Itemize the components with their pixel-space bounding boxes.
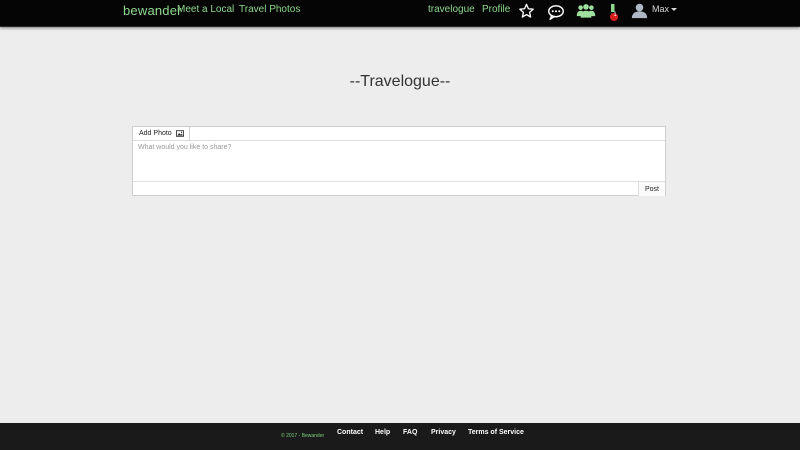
nav-link-meet-a-local[interactable]: Meet a Local	[177, 4, 234, 15]
user-menu[interactable]: Max	[652, 4, 678, 14]
footer: © 2017 - Bewander Contact Help FAQ Priva…	[0, 423, 800, 450]
chat-icon[interactable]	[547, 4, 565, 25]
add-photo-tab[interactable]: Add Photo	[133, 127, 190, 141]
caret-down-icon	[671, 8, 678, 12]
brand-logo[interactable]: bewander	[123, 3, 182, 18]
share-textarea[interactable]	[133, 141, 665, 181]
notification-count-badge: 1	[613, 12, 617, 18]
page-title: --Travelogue--	[349, 73, 451, 90]
footer-link-privacy[interactable]: Privacy	[431, 429, 456, 436]
footer-link-help[interactable]: Help	[375, 429, 390, 436]
footer-link-contact[interactable]: Contact	[337, 429, 363, 436]
post-composer: Add Photo Post	[132, 126, 666, 196]
user-name: Max	[652, 4, 670, 14]
star-icon[interactable]	[518, 3, 535, 24]
footer-link-terms-of-service[interactable]: Terms of Service	[468, 429, 524, 436]
user-avatar-icon[interactable]	[631, 2, 648, 24]
add-photo-label: Add Photo	[139, 130, 172, 137]
footer-link-faq[interactable]: FAQ	[403, 429, 417, 436]
nav-link-travelogue[interactable]: travelogue	[428, 4, 475, 15]
composer-bottom-bar: Post	[133, 181, 665, 196]
group-icon[interactable]	[576, 3, 596, 25]
nav-link-profile[interactable]: Profile	[482, 4, 510, 15]
image-icon	[176, 130, 184, 137]
nav-link-travel-photos[interactable]: Travel Photos	[239, 4, 300, 15]
top-navbar: bewander Meet a Local Travel Photos trav…	[0, 0, 800, 27]
post-button[interactable]: Post	[638, 182, 665, 196]
composer-tab-bar: Add Photo	[133, 127, 665, 141]
notification-icon[interactable]: 1	[606, 3, 620, 26]
copyright-text: © 2017 - Bewander	[281, 433, 325, 439]
